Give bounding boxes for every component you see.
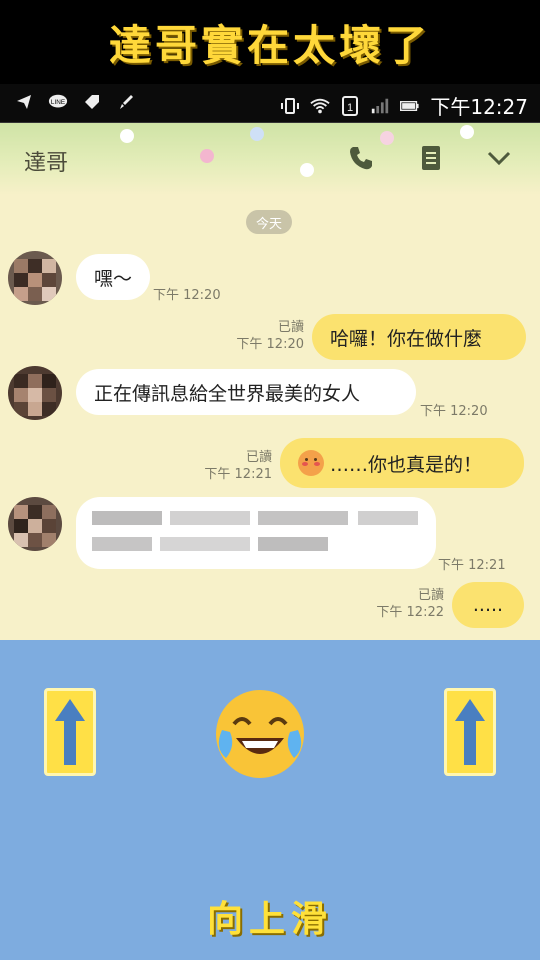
svg-text:LINE: LINE xyxy=(51,99,65,106)
message-time: 下午 12:21 xyxy=(204,467,272,482)
phone-call-icon[interactable] xyxy=(346,143,376,173)
battery-icon xyxy=(400,96,420,116)
message-text: ……你也真是的！ xyxy=(330,453,483,476)
outgoing-message-bubble: ..... xyxy=(452,582,524,628)
signal-icon xyxy=(370,96,390,116)
incoming-message-bubble: 嘿～ xyxy=(76,254,150,300)
message-time: 下午 12:22 xyxy=(376,605,444,620)
line-icon: LINE xyxy=(48,92,68,112)
read-receipt: 已讀 下午 12:21 xyxy=(200,449,272,483)
message-time: 下午 12:20 xyxy=(420,404,488,419)
tears-of-joy-emoji-icon xyxy=(212,686,308,782)
message-text: 正在傳訊息給全世界最美的女人 xyxy=(94,382,361,405)
incoming-message-bubble: 正在傳訊息給全世界最美的女人 xyxy=(76,369,416,415)
flower-decoration xyxy=(460,125,474,139)
outgoing-message-bubble: ……你也真是的！ xyxy=(280,438,524,488)
flower-decoration xyxy=(250,127,264,141)
flower-decoration xyxy=(300,163,314,177)
message-time: 下午 12:20 xyxy=(236,337,304,352)
vibrate-icon xyxy=(280,96,300,116)
banner-title: 達哥實在太壞了 xyxy=(108,20,431,70)
sim-icon: 1 xyxy=(340,95,360,116)
message-text: 嘿～ xyxy=(94,267,133,290)
flower-decoration xyxy=(120,129,134,143)
status-time: 下午12:27 xyxy=(430,95,528,119)
up-arrow-icon xyxy=(444,688,496,776)
swipe-up-label: 向上滑 xyxy=(206,899,333,940)
swipe-up-panel[interactable]: 向上滑 xyxy=(0,640,540,960)
contact-name: 達哥 xyxy=(24,151,69,176)
incoming-message-bubble-blurred xyxy=(76,497,436,569)
title-banner: 達哥實在太壞了 xyxy=(0,0,540,84)
read-label: 已讀 xyxy=(245,450,272,465)
svg-text:1: 1 xyxy=(347,102,353,114)
flower-decoration xyxy=(200,149,214,163)
message-time: 下午 12:21 xyxy=(438,558,506,573)
avatar[interactable] xyxy=(8,251,62,305)
date-divider: 今天 xyxy=(246,210,292,234)
outgoing-message-bubble: 哈囉！你在做什麼 xyxy=(312,314,526,360)
chat-screen: 達哥 今天 嘿～ 下午 12:20 已讀 下午 12:20 哈囉！你在做什麼 正… xyxy=(0,123,540,640)
send-icon xyxy=(14,92,34,112)
tag-icon xyxy=(82,92,102,112)
message-text: 哈囉！你在做什麼 xyxy=(330,327,483,350)
status-bar: LINE 1 下午12:27 xyxy=(0,84,540,123)
read-label: 已讀 xyxy=(417,588,444,603)
avatar[interactable] xyxy=(8,497,62,551)
brush-icon xyxy=(116,92,136,112)
menu-notes-icon[interactable] xyxy=(416,143,446,173)
read-receipt: 已讀 下午 12:22 xyxy=(372,587,444,621)
message-text: ..... xyxy=(472,594,504,616)
blush-emoji-icon xyxy=(298,450,324,476)
flower-decoration xyxy=(380,131,394,145)
avatar[interactable] xyxy=(8,366,62,420)
up-arrow-icon xyxy=(44,688,96,776)
message-time: 下午 12:20 xyxy=(153,288,221,303)
chevron-down-icon[interactable] xyxy=(484,143,514,173)
wifi-icon xyxy=(310,96,331,116)
read-receipt: 已讀 下午 12:20 xyxy=(232,319,304,353)
read-label: 已讀 xyxy=(277,320,304,335)
chat-header: 達哥 xyxy=(0,123,540,195)
